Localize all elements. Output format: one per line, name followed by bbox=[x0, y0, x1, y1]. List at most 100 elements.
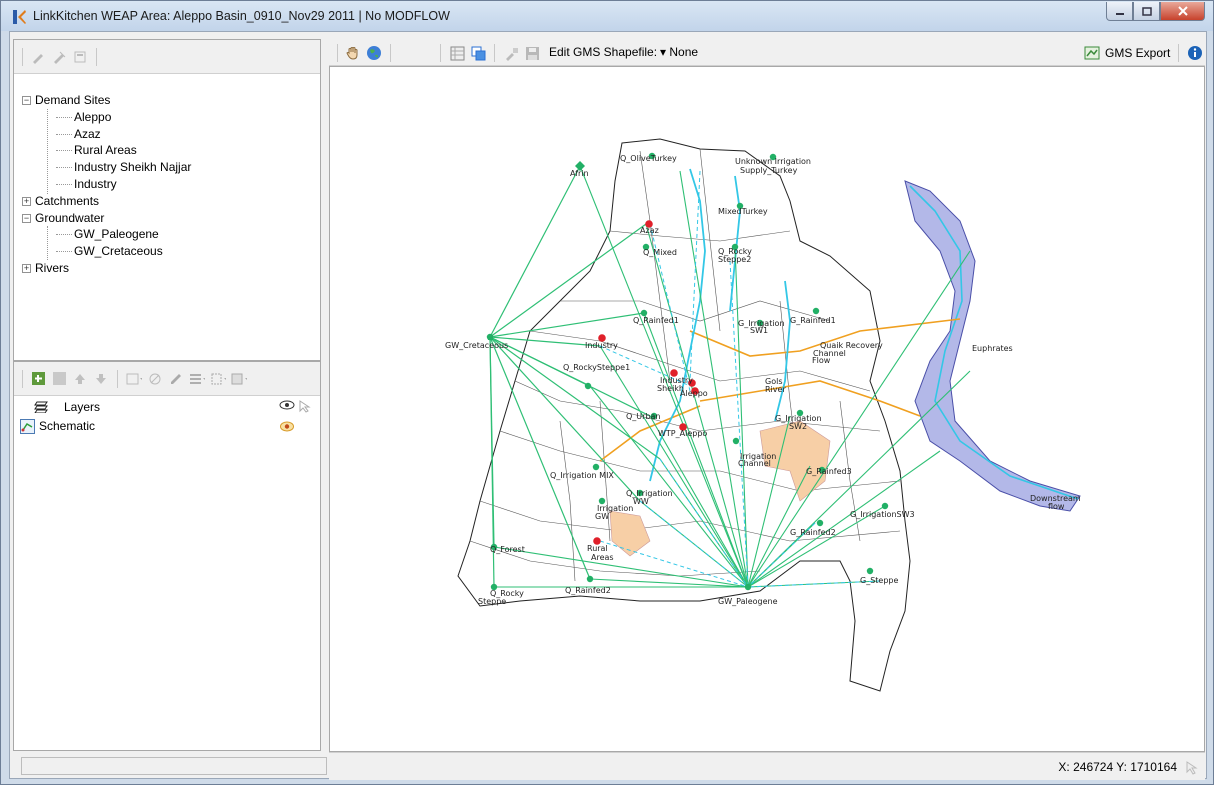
style-icon[interactable] bbox=[147, 371, 163, 387]
add-node-icon[interactable] bbox=[30, 49, 46, 65]
gms-shapefile-value: None bbox=[669, 45, 699, 59]
status-bar: X: 246724 Y: 1710164 bbox=[329, 752, 1205, 780]
tree-node-label: GW_Cretaceous bbox=[74, 244, 163, 259]
tree-branch-line bbox=[56, 133, 72, 135]
map-node-label: Q_Irrigation MIX bbox=[550, 471, 614, 480]
layer-visible-eye-icon[interactable] bbox=[280, 421, 294, 432]
gms-export-button[interactable]: GMS Export bbox=[1105, 46, 1170, 60]
map-node-label: Q_OliveTurkey bbox=[620, 154, 677, 163]
tree-branch-line bbox=[56, 167, 72, 169]
map-node-label: Industry bbox=[585, 341, 618, 350]
map-node-label: Q_Forest bbox=[490, 545, 525, 554]
globe-icon[interactable] bbox=[366, 45, 382, 61]
schematic-map[interactable]: Q_OliveTurkey Unknown IrrigationSupply_Tu… bbox=[330, 67, 1204, 751]
gw-link bbox=[734, 245, 749, 588]
map-node-label: Channel bbox=[738, 459, 771, 468]
map-node-label: SW1 bbox=[750, 326, 768, 335]
copy-layer-icon[interactable] bbox=[470, 45, 486, 61]
close-icon bbox=[1177, 6, 1188, 16]
collapse-icon[interactable]: − bbox=[22, 213, 31, 223]
tree-node-industry-sheikh-najjar[interactable]: Industry Sheikh Najjar bbox=[22, 159, 320, 176]
tree-node-rivers[interactable]: + Rivers bbox=[22, 260, 320, 277]
left-status-field bbox=[21, 757, 327, 775]
toolbar-grip bbox=[22, 369, 23, 388]
edit-shapes-icon[interactable] bbox=[503, 45, 519, 61]
map-node-label: Steppe2 bbox=[718, 255, 751, 264]
layers-toolbar bbox=[14, 362, 320, 396]
add-layer-icon[interactable] bbox=[30, 371, 46, 387]
toolbar-grip bbox=[337, 44, 338, 62]
toolbar-separator bbox=[117, 369, 118, 388]
gms-shapefile-dropdown[interactable]: ▾ None bbox=[660, 45, 698, 59]
move-up-icon[interactable] bbox=[72, 371, 88, 387]
catchment-node bbox=[586, 575, 594, 583]
expand-icon[interactable]: + bbox=[22, 263, 31, 273]
tree-node-industry[interactable]: Industry bbox=[22, 176, 320, 193]
tree-node-label: Industry Sheikh Najjar bbox=[74, 160, 192, 175]
toolbar-separator bbox=[440, 44, 441, 62]
map-node-label: River bbox=[765, 385, 786, 394]
tree-node-label: Catchments bbox=[35, 193, 100, 208]
map-node-label: Q_Mixed bbox=[643, 248, 677, 257]
map-toolbar: Edit GMS Shapefile: ▾ None GMS Export bbox=[329, 39, 1205, 66]
supply-link bbox=[689, 170, 701, 382]
layers-panel: Layers Schematic bbox=[13, 361, 321, 751]
gw-link bbox=[747, 370, 971, 588]
layer-row-schematic[interactable]: Schematic bbox=[14, 418, 320, 436]
map-canvas[interactable]: Q_OliveTurkey Unknown Irrigation Supply_Tu… bbox=[329, 66, 1205, 752]
tree-node-rural-areas[interactable]: Rural Areas bbox=[22, 142, 320, 159]
tree-node-gw-paleogene[interactable]: GW_Paleogene bbox=[22, 226, 320, 243]
dropdown-arrow-icon: ▾ bbox=[660, 45, 667, 59]
map-node-label: Rural bbox=[587, 544, 608, 553]
tree-node-aleppo[interactable]: Aleppo bbox=[22, 109, 320, 126]
minimize-button[interactable] bbox=[1106, 2, 1133, 21]
gw-link bbox=[589, 385, 749, 588]
remove-node-icon[interactable] bbox=[51, 49, 67, 65]
collapse-icon[interactable]: − bbox=[22, 96, 31, 105]
save-shapefile-icon[interactable] bbox=[524, 45, 540, 61]
resize-help-icon[interactable] bbox=[1185, 760, 1199, 776]
catchment-node bbox=[592, 463, 600, 471]
visibility-eye-icon[interactable] bbox=[279, 399, 295, 411]
map-node-label: GW_Paleogene bbox=[718, 597, 778, 606]
tree-node-gw-cretaceous[interactable]: GW_Cretaceous bbox=[22, 243, 320, 260]
remove-layer-icon[interactable] bbox=[51, 371, 67, 387]
tree-node-label: Demand Sites bbox=[35, 93, 111, 107]
map-node-label: Q_RockySteppe1 bbox=[563, 363, 630, 372]
tree-branch-line bbox=[56, 251, 72, 253]
toolbar-grip bbox=[22, 47, 23, 66]
properties-icon[interactable] bbox=[72, 49, 88, 65]
map-node-label: Euphrates bbox=[972, 344, 1013, 353]
move-down-icon[interactable] bbox=[93, 371, 109, 387]
catchment-node bbox=[584, 382, 592, 390]
map-node-label: Aleppo bbox=[680, 389, 708, 398]
irrigated-area bbox=[609, 510, 651, 557]
tree-node-demand-sites[interactable]: − Demand Sites bbox=[22, 92, 320, 109]
map-node-label: Azaz bbox=[640, 226, 659, 235]
subcatchment-line bbox=[609, 230, 791, 242]
pan-hand-icon[interactable] bbox=[345, 45, 361, 61]
extent-icon[interactable] bbox=[210, 371, 226, 387]
tree-node-azaz[interactable]: Azaz bbox=[22, 126, 320, 143]
maximize-button[interactable] bbox=[1133, 2, 1160, 21]
map-node-label: Steppe bbox=[478, 597, 506, 606]
close-button[interactable] bbox=[1160, 2, 1205, 21]
map-node-label: Afrin bbox=[570, 169, 589, 178]
basin-outline bbox=[457, 138, 911, 692]
map-node-label: G_Rainfed1 bbox=[790, 316, 836, 325]
tree-node-groundwater[interactable]: − Groundwater bbox=[22, 210, 320, 227]
select-cursor-icon[interactable] bbox=[298, 399, 312, 413]
map-node-label: Unknown Irrigation bbox=[735, 157, 811, 166]
label-icon[interactable] bbox=[231, 371, 247, 387]
select-dropdown-icon[interactable] bbox=[126, 371, 142, 387]
edit-pencil-icon[interactable] bbox=[168, 371, 184, 387]
map-node-label: G_IrrigationSW3 bbox=[850, 510, 915, 519]
grid-table-icon[interactable] bbox=[449, 45, 465, 61]
info-icon[interactable] bbox=[1187, 45, 1203, 61]
gw-link bbox=[489, 165, 581, 338]
tree-node-catchments[interactable]: + Catchments bbox=[22, 193, 320, 210]
expand-icon[interactable]: + bbox=[22, 196, 31, 206]
toolbar-separator bbox=[390, 44, 391, 62]
title-bar[interactable]: LinkKitchen WEAP Area: Aleppo Basin_0910… bbox=[1, 1, 1213, 31]
line-style-icon[interactable] bbox=[189, 371, 205, 387]
